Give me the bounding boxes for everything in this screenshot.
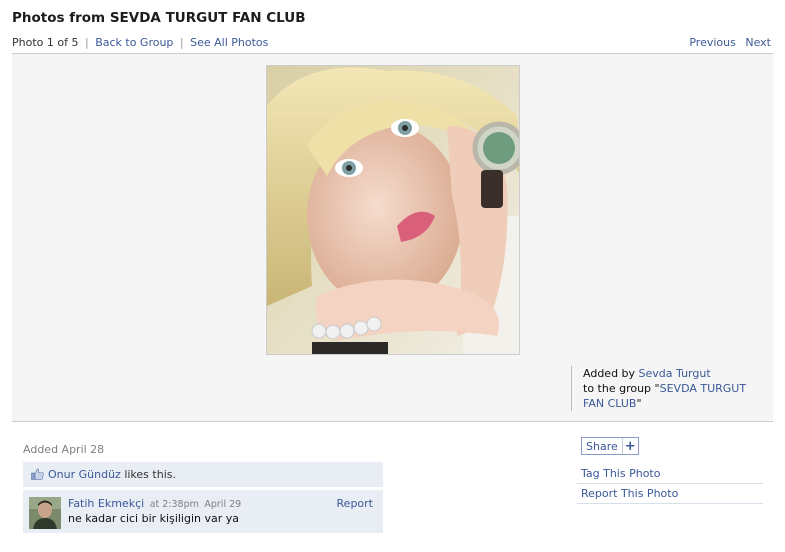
comment-report-link[interactable]: Report: [337, 497, 373, 510]
added-by-prefix: Added by: [583, 367, 636, 380]
page-title: Photos from SEVDA TURGUT FAN CLUB: [12, 10, 306, 26]
photo-position: Photo 1 of 5: [12, 36, 79, 49]
likes-bar: Onur Gündüz likes this.: [23, 462, 383, 488]
comment-item: Fatih Ekmekçi at 2:38pm April 29 ne kada…: [23, 490, 383, 533]
next-link[interactable]: Next: [745, 36, 771, 49]
main-photo[interactable]: [266, 65, 520, 355]
photo-attribution: Added by Sevda Turgut to the group "SEVD…: [571, 366, 761, 411]
share-button[interactable]: Share +: [581, 437, 639, 455]
separator: |: [179, 36, 184, 49]
quote-mark: ": [636, 397, 642, 410]
plus-icon[interactable]: +: [623, 438, 638, 454]
report-photo-link[interactable]: Report This Photo: [577, 484, 763, 504]
group-prefix: to the group: [583, 382, 655, 395]
comment-time: at 2:38pm: [149, 499, 199, 510]
avatar[interactable]: [29, 497, 61, 529]
comment-date: April 29: [204, 499, 242, 510]
photo-actions: Tag This Photo Report This Photo: [577, 464, 763, 504]
comment-author-link[interactable]: Fatih Ekmekçi: [68, 497, 144, 510]
photo-image: [267, 66, 519, 354]
added-date: Added April 28: [23, 443, 105, 456]
thumbs-up-icon: [31, 468, 44, 483]
back-to-group-link[interactable]: Back to Group: [95, 36, 173, 49]
previous-link[interactable]: Previous: [689, 36, 736, 49]
tag-photo-link[interactable]: Tag This Photo: [577, 464, 763, 484]
likes-suffix: likes this.: [120, 468, 176, 481]
photo-pager: Previous Next: [689, 36, 771, 49]
photo-subnav: Photo 1 of 5 | Back to Group | See All P…: [12, 36, 268, 49]
comment-header: Fatih Ekmekçi at 2:38pm April 29: [68, 497, 241, 510]
comment-text: ne kadar cici bir kişiligin var ya: [68, 512, 240, 525]
like-user-link[interactable]: Onur Gündüz: [48, 468, 121, 481]
see-all-photos-link[interactable]: See All Photos: [190, 36, 268, 49]
author-link[interactable]: Sevda Turgut: [639, 367, 711, 380]
separator: |: [84, 36, 89, 49]
share-label[interactable]: Share: [582, 438, 623, 454]
